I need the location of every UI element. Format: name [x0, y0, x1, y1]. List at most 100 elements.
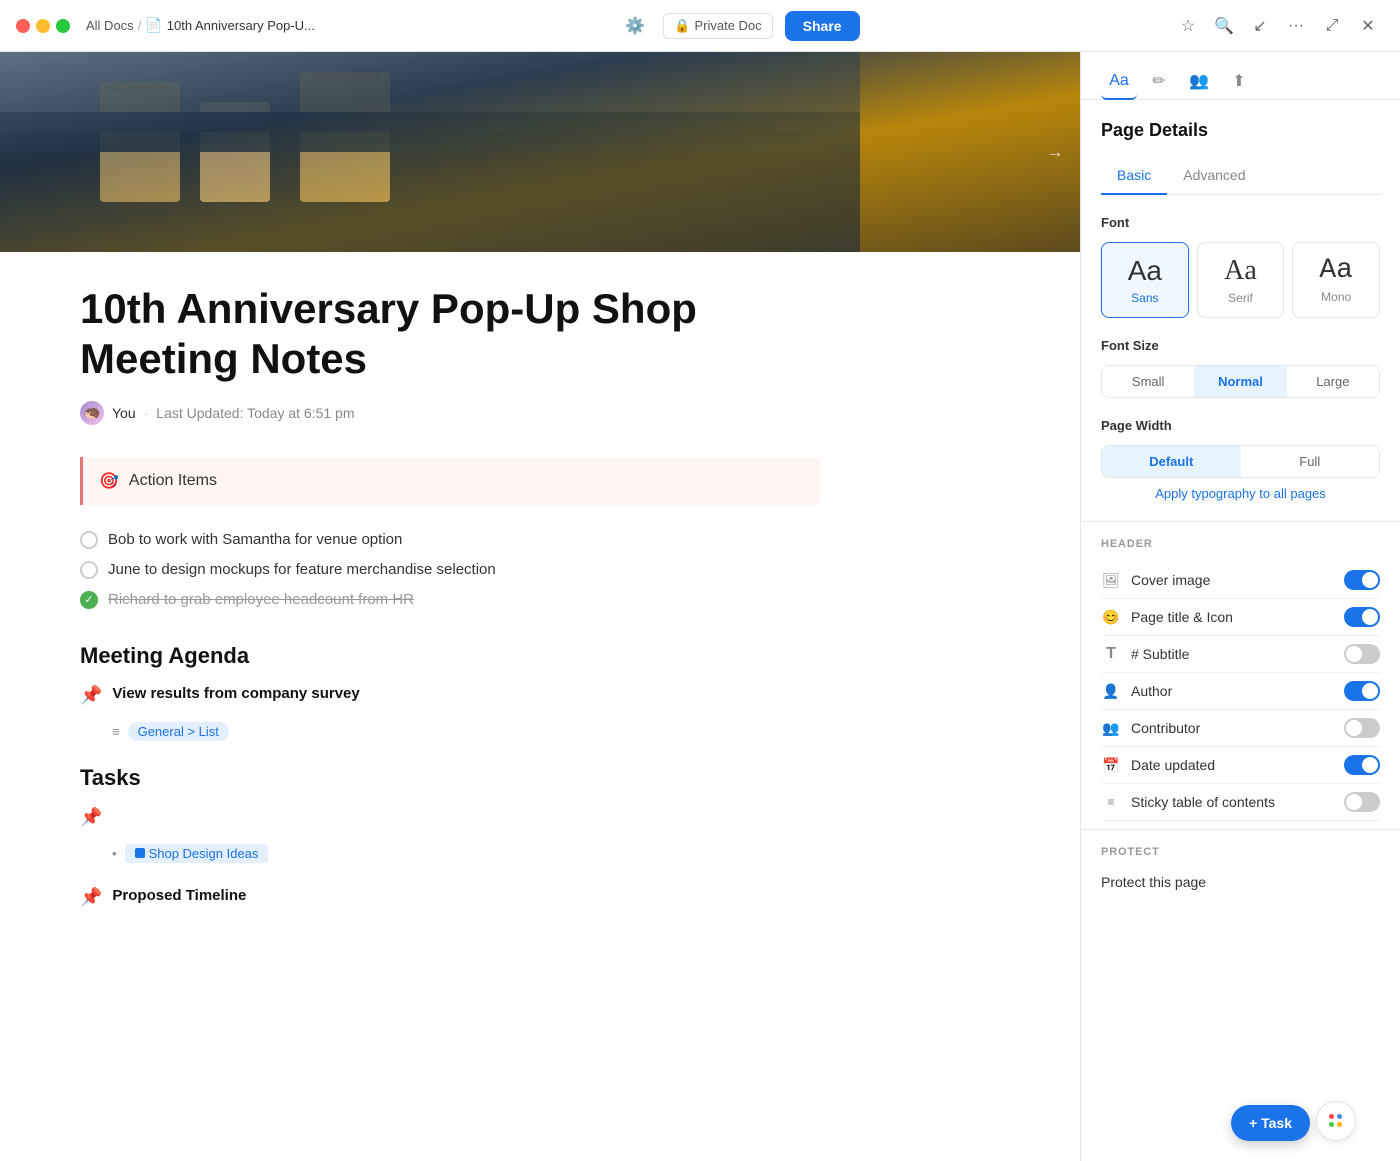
- tag-badge[interactable]: General > List: [128, 722, 229, 741]
- toggle-author: 👤 Author: [1101, 673, 1380, 710]
- panel-icon-people[interactable]: 👥: [1181, 64, 1217, 100]
- toggle-switch-title[interactable]: [1344, 607, 1380, 627]
- list-item[interactable]: Bob to work with Samantha for venue opti…: [80, 525, 820, 555]
- tab-advanced[interactable]: Advanced: [1167, 161, 1261, 195]
- page-width-options: Default Full: [1101, 445, 1380, 478]
- dot-4: [1337, 1122, 1342, 1127]
- panel-divider-2: [1081, 829, 1400, 830]
- cover-image: →: [0, 52, 1080, 252]
- list-item[interactable]: ✓ Richard to grab employee headcount fro…: [80, 585, 820, 615]
- bullet-list: ≡ General > List: [112, 718, 820, 745]
- task-color-dot: [135, 848, 145, 858]
- panel-icon-paint[interactable]: ✏: [1141, 64, 1177, 100]
- cover-arrow: →: [1046, 142, 1064, 163]
- toggle-contributor: 👥 Contributor: [1101, 710, 1380, 747]
- size-small[interactable]: Small: [1102, 366, 1194, 397]
- size-large[interactable]: Large: [1287, 366, 1379, 397]
- todo-text-done: Richard to grab employee headcount from …: [108, 591, 414, 608]
- apps-fab-button[interactable]: [1316, 1101, 1356, 1141]
- toggle-knob: [1362, 572, 1378, 588]
- toggle-switch-author[interactable]: [1344, 681, 1380, 701]
- agenda-item-text[interactable]: View results from company survey: [112, 685, 359, 702]
- list-item: • Shop Design Ideas: [112, 840, 820, 867]
- apply-typography-link[interactable]: Apply typography to all pages: [1101, 486, 1380, 501]
- cover-image-inner: [0, 52, 1080, 252]
- maximize-button[interactable]: [56, 19, 70, 33]
- breadcrumb-doc[interactable]: 📄 10th Anniversary Pop-U...: [145, 17, 315, 34]
- bullet-dot: •: [112, 846, 117, 861]
- list-item[interactable]: June to design mockups for feature merch…: [80, 555, 820, 585]
- task-badge-text: Shop Design Ideas: [149, 846, 259, 861]
- titlebar-center-icons: ⚙️ 🔒 Private Doc Share: [619, 10, 859, 42]
- toggle-knob: [1362, 609, 1378, 625]
- width-full[interactable]: Full: [1241, 446, 1380, 477]
- author-label: Author: [1131, 683, 1172, 699]
- action-block-title[interactable]: Action Items: [129, 472, 217, 490]
- toggle-page-title: 😊 Page title & Icon: [1101, 599, 1380, 636]
- cover-icon: 🖼: [1101, 570, 1121, 590]
- more-icon[interactable]: ···: [1280, 10, 1312, 42]
- font-label-mono: Mono: [1321, 290, 1351, 304]
- dot-3: [1329, 1122, 1334, 1127]
- checkbox-checked[interactable]: ✓: [80, 591, 98, 609]
- toggle-switch-toc[interactable]: [1344, 792, 1380, 812]
- tab-basic[interactable]: Basic: [1101, 161, 1167, 195]
- agenda-item: 📌 View results from company survey: [80, 685, 820, 706]
- panel-title: Page Details: [1101, 120, 1380, 141]
- task-fab-button[interactable]: + Task: [1231, 1105, 1310, 1141]
- title-icon: 😊: [1101, 607, 1121, 627]
- document-area[interactable]: ⊟ →: [0, 52, 1080, 1161]
- dot-1: [1329, 1114, 1334, 1119]
- main-layout: ⊟ →: [0, 52, 1400, 1161]
- contributor-icon: 👥: [1101, 718, 1121, 738]
- page-title-label: Page title & Icon: [1131, 609, 1233, 625]
- expand-icon[interactable]: ↙: [1244, 10, 1276, 42]
- panel-icon-export[interactable]: ⬆: [1221, 64, 1257, 100]
- traffic-lights: [16, 19, 70, 33]
- cover-label: Cover image: [1131, 572, 1210, 588]
- tasks-item: 📌: [80, 807, 820, 828]
- toggle-switch-cover[interactable]: [1344, 570, 1380, 590]
- toggle-switch-subtitle[interactable]: [1344, 644, 1380, 664]
- date-label: Date updated: [1131, 757, 1215, 773]
- author-name: You: [112, 405, 136, 421]
- private-badge[interactable]: 🔒 Private Doc: [663, 13, 772, 39]
- settings-icon[interactable]: ⚙️: [619, 10, 651, 42]
- panel-icon-text[interactable]: Aa: [1101, 64, 1137, 100]
- search-icon[interactable]: 🔍: [1208, 10, 1240, 42]
- toggle-switch-contributor[interactable]: [1344, 718, 1380, 738]
- checkbox-unchecked[interactable]: [80, 531, 98, 549]
- subtitle-label: # Subtitle: [1131, 646, 1189, 662]
- share-button[interactable]: Share: [785, 11, 860, 41]
- star-icon[interactable]: ☆: [1172, 10, 1204, 42]
- toggle-label-author: 👤 Author: [1101, 681, 1172, 701]
- proposed-item: 📌 Proposed Timeline: [80, 887, 820, 908]
- minimize-button[interactable]: [36, 19, 50, 33]
- font-label-serif: Serif: [1228, 291, 1253, 305]
- todo-text: June to design mockups for feature merch…: [108, 561, 496, 578]
- font-mono[interactable]: Aa Mono: [1292, 242, 1380, 318]
- toggle-cover-image: 🖼 Cover image: [1101, 562, 1380, 599]
- proposed-title[interactable]: Proposed Timeline: [112, 887, 246, 904]
- breadcrumb-all-docs[interactable]: All Docs: [86, 18, 134, 33]
- apps-grid-icon: [1329, 1114, 1343, 1128]
- size-normal[interactable]: Normal: [1194, 366, 1286, 397]
- panel-content[interactable]: Page Details Basic Advanced Font Aa Sans…: [1081, 100, 1400, 1161]
- width-default[interactable]: Default: [1102, 446, 1241, 477]
- toggle-switch-date[interactable]: [1344, 755, 1380, 775]
- close-button[interactable]: [16, 19, 30, 33]
- close-window-icon[interactable]: ✕: [1352, 10, 1384, 42]
- titlebar-actions: ☆ 🔍 ↙ ··· ⤢ ✕: [1172, 10, 1384, 42]
- toggle-label-title: 😊 Page title & Icon: [1101, 607, 1233, 627]
- toggle-date: 📅 Date updated: [1101, 747, 1380, 784]
- doc-title[interactable]: 10th Anniversary Pop-Up Shop Meeting Not…: [80, 284, 820, 385]
- font-aa-mono: Aa: [1319, 255, 1353, 286]
- collapse-icon[interactable]: ⤢: [1316, 10, 1348, 42]
- font-sans[interactable]: Aa Sans: [1101, 242, 1189, 318]
- checkbox-unchecked[interactable]: [80, 561, 98, 579]
- list-item: ≡ General > List: [112, 718, 820, 745]
- font-serif[interactable]: Aa Serif: [1197, 242, 1285, 318]
- toggle-label-cover: 🖼 Cover image: [1101, 570, 1210, 590]
- font-size-options: Small Normal Large: [1101, 365, 1380, 398]
- task-badge[interactable]: Shop Design Ideas: [125, 844, 269, 863]
